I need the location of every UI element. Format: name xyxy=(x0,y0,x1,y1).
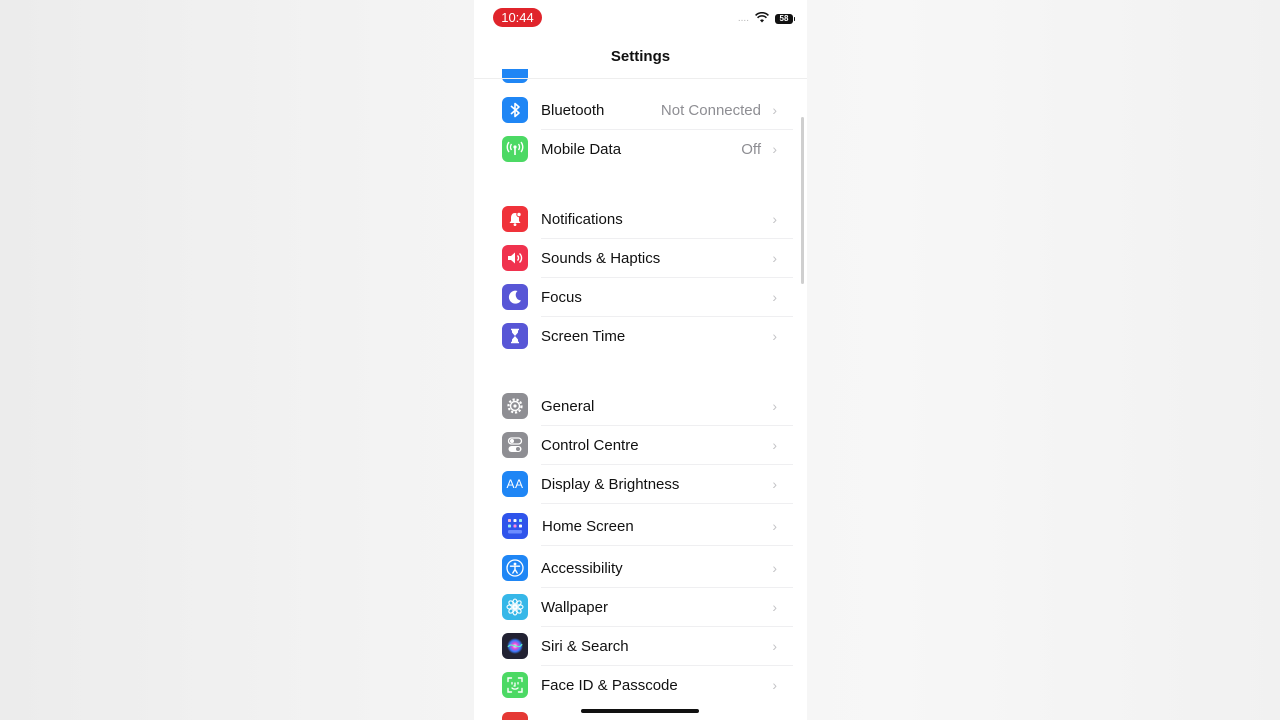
chevron-right-icon: › xyxy=(772,560,777,576)
settings-row-screen-time[interactable]: Screen Time › xyxy=(474,317,807,356)
wifi-icon xyxy=(755,10,769,28)
row-separator xyxy=(541,545,793,546)
row-label: Screen Time xyxy=(541,328,626,345)
chevron-right-icon: › xyxy=(772,518,777,534)
settings-row-general[interactable]: General › xyxy=(474,387,807,426)
siri-icon xyxy=(502,633,528,659)
bluetooth-icon xyxy=(502,97,528,123)
row-label: General xyxy=(541,398,595,415)
chevron-right-icon: › xyxy=(772,211,777,227)
gear-icon xyxy=(502,393,528,419)
moon-icon xyxy=(502,284,528,310)
signal-dots: .... xyxy=(737,13,749,24)
bell-icon xyxy=(502,206,528,232)
text-size-icon-label: AA xyxy=(506,477,524,491)
nav-divider xyxy=(474,78,807,79)
toggles-icon xyxy=(502,432,528,458)
settings-screen: 10:44 .... 58 Settings Bluetooth Not Con… xyxy=(474,0,807,720)
settings-row-mobile-data[interactable]: Mobile Data Off › xyxy=(474,130,807,169)
settings-row-home-screen[interactable]: Home Screen › xyxy=(474,507,807,546)
partial-wifi-row-icon[interactable] xyxy=(502,69,528,83)
face-id-icon xyxy=(502,672,528,698)
speaker-icon xyxy=(502,245,528,271)
page-title: Settings xyxy=(610,48,671,65)
settings-row-notifications[interactable]: Notifications › xyxy=(474,200,807,239)
hourglass-icon xyxy=(502,323,528,349)
settings-row-face-id-passcode[interactable]: Face ID & Passcode › xyxy=(474,666,807,705)
chevron-right-icon: › xyxy=(772,289,777,305)
row-label: Home Screen xyxy=(542,518,634,535)
settings-row-display-brightness[interactable]: AA Display & Brightness › xyxy=(474,465,807,504)
row-label: Face ID & Passcode xyxy=(541,677,678,694)
battery-indicator: 58 xyxy=(775,14,795,24)
settings-row-focus[interactable]: Focus › xyxy=(474,278,807,317)
chevron-right-icon: › xyxy=(772,398,777,414)
settings-row-control-centre[interactable]: Control Centre › xyxy=(474,426,807,465)
settings-row-accessibility[interactable]: Accessibility › xyxy=(474,549,807,588)
chevron-right-icon: › xyxy=(772,677,777,693)
chevron-right-icon: › xyxy=(772,250,777,266)
status-bar-right: .... 58 xyxy=(737,10,795,28)
row-label: Focus xyxy=(541,289,582,306)
row-label: Siri & Search xyxy=(541,638,629,655)
status-time: 10:44 xyxy=(493,8,542,27)
settings-row-wallpaper[interactable]: Wallpaper › xyxy=(474,588,807,627)
chevron-right-icon: › xyxy=(772,328,777,344)
settings-row-siri-search[interactable]: Siri & Search › xyxy=(474,627,807,666)
row-label: Mobile Data xyxy=(541,141,622,158)
chevron-right-icon: › xyxy=(772,437,777,453)
chevron-right-icon: › xyxy=(772,638,777,654)
chevron-right-icon: › xyxy=(772,476,777,492)
flower-icon xyxy=(502,594,528,620)
settings-row-sounds-haptics[interactable]: Sounds & Haptics › xyxy=(474,239,807,278)
settings-row-bluetooth[interactable]: Bluetooth Not Connected › xyxy=(474,91,807,130)
row-label: Display & Brightness xyxy=(541,476,680,493)
text-size-icon: AA xyxy=(502,471,528,497)
row-label: Accessibility xyxy=(541,560,623,577)
row-separator xyxy=(541,503,793,504)
chevron-right-icon: › xyxy=(772,141,777,157)
row-label: Wallpaper xyxy=(541,599,608,616)
row-label: Sounds & Haptics xyxy=(541,250,661,267)
chevron-right-icon: › xyxy=(772,102,777,118)
partial-next-row-icon[interactable] xyxy=(502,712,528,720)
antenna-icon xyxy=(502,136,528,162)
row-value: Not Connected xyxy=(660,102,761,119)
chevron-right-icon: › xyxy=(772,599,777,615)
app-grid-icon xyxy=(502,513,528,539)
row-label: Bluetooth xyxy=(541,102,605,119)
row-label: Notifications xyxy=(541,211,623,228)
home-indicator[interactable] xyxy=(581,709,699,713)
row-label: Control Centre xyxy=(541,437,639,454)
row-value: Off xyxy=(741,141,761,158)
accessibility-icon xyxy=(502,555,528,581)
